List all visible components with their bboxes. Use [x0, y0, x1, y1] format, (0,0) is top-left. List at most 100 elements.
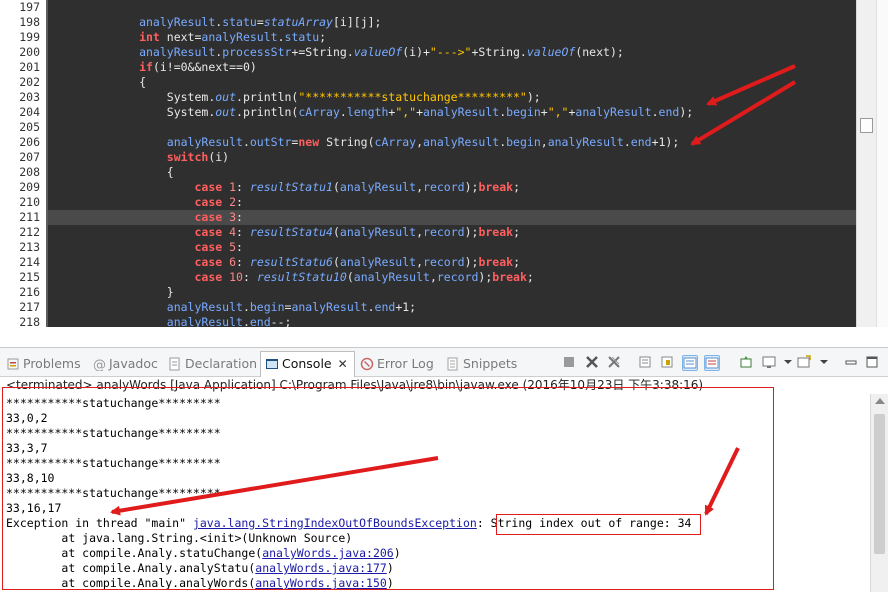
code-token: break [478, 255, 514, 269]
code-line[interactable]: analyResult.statu=statuArray[i][j]; [48, 15, 856, 30]
current-code-line[interactable]: case 3: [48, 210, 856, 225]
problems-icon [6, 355, 20, 370]
code-line[interactable]: { [48, 75, 856, 90]
code-token: + [540, 105, 548, 119]
snippets-icon [446, 355, 460, 371]
code-token: ( [332, 180, 340, 194]
show-on-stderr-icon[interactable] [704, 355, 720, 371]
chevron-down-icon[interactable] [816, 355, 832, 371]
clear-console-icon[interactable] [637, 355, 653, 371]
code-token: ); [464, 180, 479, 194]
line-number: 200 [19, 45, 40, 59]
code-token: ; [513, 180, 520, 194]
code-token: +String. [471, 45, 527, 59]
code-token: case [56, 270, 223, 284]
display-selected-console-icon[interactable] [761, 355, 777, 371]
console-scrollbar-thumb[interactable] [874, 414, 885, 554]
code-token: case [56, 180, 223, 194]
line-number: 203 [19, 90, 40, 104]
code-token: . [242, 135, 250, 149]
code-token: begin [506, 105, 541, 119]
code-token: new [298, 135, 320, 149]
code-token: int [56, 30, 160, 44]
code-line[interactable]: case 2: [48, 195, 856, 210]
code-line[interactable]: int next=analyResult.statu; [48, 30, 856, 45]
tab-problems[interactable]: Problems [6, 352, 81, 375]
line-number: 213 [19, 240, 40, 254]
maximize-icon[interactable] [864, 355, 880, 371]
tab-error-log[interactable]: Error Log [360, 352, 434, 375]
line-number: 199 [19, 30, 40, 44]
code-token: resultStatu6 [249, 255, 333, 269]
code-line[interactable]: analyResult.end--; [48, 315, 856, 327]
pin-console-icon[interactable] [738, 355, 754, 371]
code-token: +=String. [291, 45, 354, 59]
code-line[interactable]: case 1: resultStatu1(analyResult,record)… [48, 180, 856, 195]
code-line[interactable] [48, 0, 856, 15]
remove-launch-icon[interactable] [584, 355, 600, 371]
code-token: analyResult [575, 105, 652, 119]
console-scrollbar[interactable] [870, 394, 888, 592]
code-token: 1 [222, 180, 237, 194]
line-number: 211 [19, 210, 40, 224]
code-line[interactable]: case 4: resultStatu4(analyResult,record)… [48, 225, 856, 240]
code-token: (i)+ [402, 45, 430, 59]
scroll-up-icon[interactable] [875, 398, 885, 404]
code-token: ; [513, 225, 520, 239]
code-token: ; [513, 255, 520, 269]
remove-all-terminated-icon[interactable] [606, 355, 622, 371]
code-line[interactable] [48, 120, 856, 135]
code-line[interactable]: System.out.println("***********statuchan… [48, 90, 856, 105]
code-line[interactable]: { [48, 165, 856, 180]
tab-snippets[interactable]: Snippets [446, 352, 517, 375]
tab-declaration[interactable]: Declaration [168, 352, 257, 375]
code-token: end [630, 135, 652, 149]
code-token: ); [679, 105, 694, 119]
code-line[interactable]: switch(i) [48, 150, 856, 165]
code-token: analyResult [56, 15, 216, 29]
code-line[interactable]: case 6: resultStatu6(analyResult,record)… [48, 255, 856, 270]
code-token: record [436, 270, 479, 284]
overview-ruler[interactable] [876, 0, 888, 327]
editor-scrollbar-thumb[interactable] [860, 118, 873, 133]
code-line[interactable]: analyResult.outStr=new String(cArray,ana… [48, 135, 856, 150]
code-token: resultStatu1 [249, 180, 333, 194]
close-icon[interactable]: ✕ [338, 352, 348, 376]
code-token: +1); [651, 135, 680, 149]
code-line[interactable]: System.out.println(cArray.length+","+ana… [48, 105, 856, 120]
code-token: (i!=0&&next==0) [152, 60, 257, 74]
line-number: 204 [19, 105, 40, 119]
open-console-icon[interactable] [796, 355, 812, 371]
terminate-icon[interactable] [561, 355, 577, 371]
code-token: case [56, 225, 223, 239]
code-token: analyResult [201, 30, 278, 44]
code-token: analyResult [56, 315, 243, 327]
code-token: out [215, 90, 237, 104]
code-token: next= [159, 30, 202, 44]
code-line[interactable]: analyResult.processStr+=String.valueOf(i… [48, 45, 856, 60]
tab-console[interactable]: Console ✕ [260, 351, 355, 377]
code-token: cArray [374, 135, 417, 149]
chevron-down-icon[interactable] [780, 355, 796, 371]
code-area[interactable]: analyResult.statu=statuArray[i][j]; int … [48, 0, 856, 327]
minimize-icon[interactable] [843, 355, 859, 371]
code-token: analyResult [291, 300, 368, 314]
show-on-stdout-icon[interactable] [682, 355, 698, 371]
code-line[interactable]: if(i!=0&&next==0) [48, 60, 856, 75]
code-token: statu [284, 30, 320, 44]
code-token: analyResult [56, 300, 243, 314]
code-token: , [429, 270, 437, 284]
code-token: break [492, 270, 527, 284]
tab-javadoc[interactable]: @ Javadoc [92, 352, 158, 375]
code-editor[interactable]: 197 198 199 200 201 202 203 204 205 206 207 208 209 2… [0, 0, 888, 327]
code-token: ); [464, 255, 479, 269]
scroll-lock-icon[interactable] [659, 355, 675, 371]
annotation-box-output [2, 387, 774, 590]
line-number-gutter: 197 198 199 200 201 202 203 204 205 206 207 208 209 2… [0, 0, 46, 327]
code-line[interactable]: case 10: resultStatu10(analyResult,recor… [48, 270, 856, 285]
code-line[interactable]: } [48, 285, 856, 300]
code-line[interactable]: analyResult.begin=analyResult.end+1; [48, 300, 856, 315]
code-token: record [423, 180, 465, 194]
code-token: analyResult [339, 255, 417, 269]
code-line[interactable]: case 5: [48, 240, 856, 255]
